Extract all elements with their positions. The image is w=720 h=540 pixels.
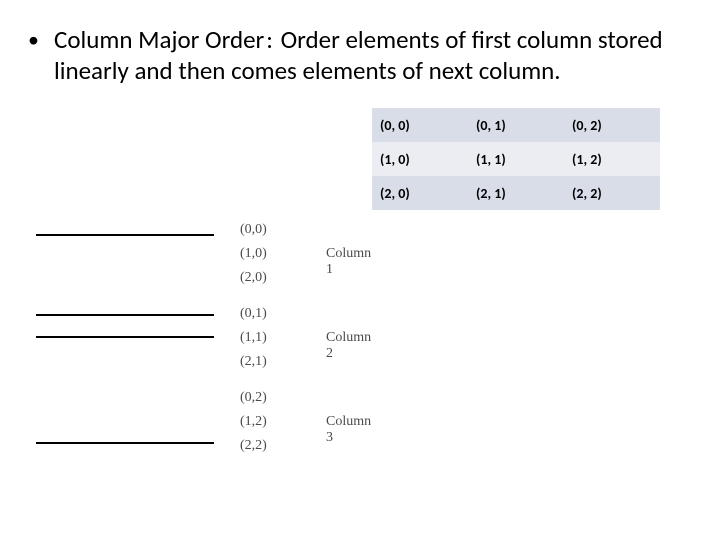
blank-line <box>36 442 214 444</box>
grid-cell: (1, 1) <box>468 142 564 176</box>
blank-line <box>36 234 214 236</box>
linear-cell: (2,0) <box>240 270 296 286</box>
linear-cell: (1,1) <box>240 330 296 346</box>
linear-cell: (2,2) <box>240 438 296 454</box>
blank-line <box>36 314 214 316</box>
grid-cell: (1, 0) <box>372 142 468 176</box>
grid-cell: (2, 2) <box>564 176 660 210</box>
grid-cell: (2, 0) <box>372 176 468 210</box>
index-grid: (0, 0) (0, 1) (0, 2) (1, 0) (1, 1) (1, 2… <box>372 108 660 210</box>
linear-cell: (1,2) <box>240 414 296 430</box>
linear-cell: (1,0) <box>240 246 296 262</box>
linear-cell: (0,1) <box>240 306 296 322</box>
table-row: (2, 0) (2, 1) (2, 2) <box>372 176 660 210</box>
grid-cell: (2, 1) <box>468 176 564 210</box>
bullet-dot: • <box>28 26 39 54</box>
blank-line <box>36 336 214 338</box>
linear-cell: (0,2) <box>240 390 296 406</box>
bullet-text: Column Major Order: Order elements of fi… <box>54 24 692 87</box>
term-colon: : <box>264 24 275 55</box>
column-label: Column 3 <box>326 414 371 446</box>
table-row: (1, 0) (1, 1) (1, 2) <box>372 142 660 176</box>
grid-cell: (1, 2) <box>564 142 660 176</box>
linear-cell: (0,0) <box>240 222 296 238</box>
linear-cell: (2,1) <box>240 354 296 370</box>
table-row: (0, 0) (0, 1) (0, 2) <box>372 108 660 142</box>
column-label: Column 1 <box>326 246 371 278</box>
grid-cell: (0, 0) <box>372 108 468 142</box>
grid-cell: (0, 2) <box>564 108 660 142</box>
column-label: Column 2 <box>326 330 371 362</box>
term: Column Major Order <box>54 24 264 55</box>
bullet-item: • Column Major Order: Order elements of … <box>28 24 692 87</box>
grid-cell: (0, 1) <box>468 108 564 142</box>
